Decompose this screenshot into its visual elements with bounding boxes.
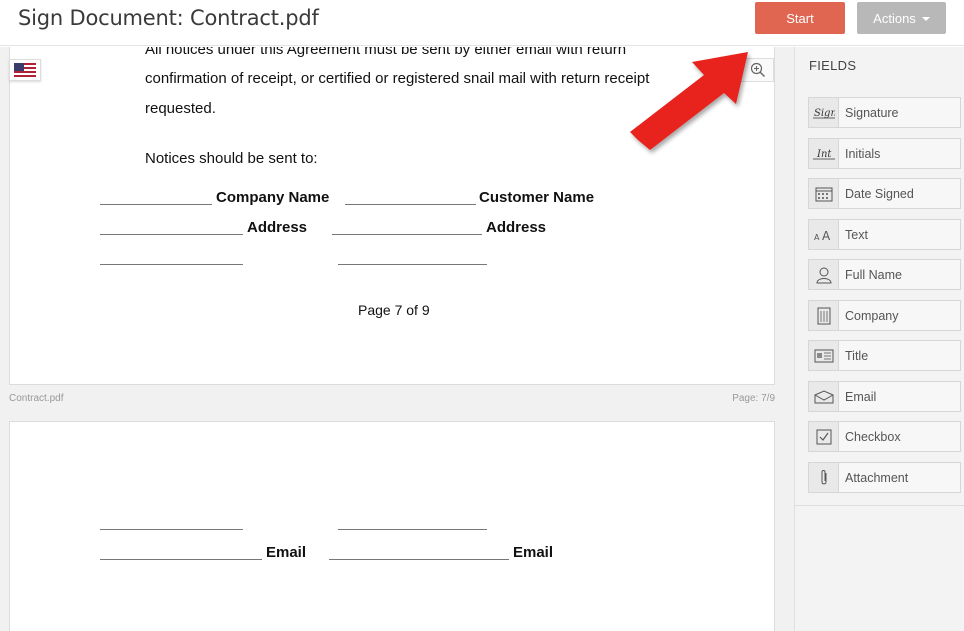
field-text-label: Text (845, 227, 868, 242)
fields-heading: FIELDS (809, 58, 857, 73)
field-title[interactable]: Title (808, 340, 961, 371)
envelope-icon (809, 382, 839, 411)
svg-text:A: A (814, 233, 820, 242)
field-initials-label: Initials (845, 146, 881, 161)
svg-text:A: A (822, 229, 831, 242)
signature-icon: Sign (809, 98, 839, 127)
page-indicator: Page: 7/9 (732, 393, 775, 404)
person-icon (809, 260, 839, 289)
address-label-right: Address (486, 219, 547, 236)
email-label-left: Email (266, 544, 307, 561)
address-line-left (100, 234, 243, 235)
field-attachment-label: Attachment (845, 470, 909, 485)
calendar-icon (809, 179, 839, 208)
field-company-label: Company (845, 308, 899, 323)
notice-text-line2: confirmation of receipt, or certified or… (145, 70, 650, 87)
notices-sent-to-text: Notices should be sent to: (145, 150, 318, 167)
page-title: Sign Document: Contract.pdf (18, 6, 319, 30)
field-signature-label: Signature (845, 105, 899, 120)
paperclip-icon (809, 463, 839, 492)
customer-name-label: Customer Name (479, 189, 595, 206)
field-text[interactable]: AA Text (808, 219, 961, 250)
document-page-7[interactable]: All notices under this Agreement must be… (9, 47, 775, 385)
email-label-right: Email (513, 544, 554, 561)
caret-down-icon (921, 17, 930, 21)
field-date-signed[interactable]: Date Signed (808, 178, 961, 209)
us-flag-language-icon[interactable] (9, 59, 41, 81)
field-initials[interactable]: Int Initials (808, 138, 961, 169)
document-page-8[interactable]: Email Email (9, 421, 775, 631)
field-date-signed-label: Date Signed (845, 186, 914, 201)
address-label-left: Address (247, 219, 308, 236)
actions-dropdown-button[interactable]: Actions (857, 2, 946, 34)
field-checkbox-label: Checkbox (845, 429, 901, 444)
customer-name-line (345, 204, 476, 205)
field-email[interactable]: Email (808, 381, 961, 412)
checkbox-icon (809, 422, 839, 451)
svg-text:Sign: Sign (814, 108, 835, 119)
signature-line-left (100, 529, 243, 530)
document-filename: Contract.pdf (9, 393, 64, 404)
signature-line-right (338, 529, 487, 530)
id-card-icon (809, 341, 839, 370)
field-checkbox[interactable]: Checkbox (808, 421, 961, 452)
start-button[interactable]: Start (755, 2, 845, 34)
address2-line-left (100, 264, 243, 265)
email-line-right (329, 559, 509, 560)
field-email-label: Email (845, 389, 877, 404)
company-name-label: Company Name (216, 189, 330, 206)
field-full-name-label: Full Name (845, 267, 902, 282)
fields-sidebar: FIELDS Sign Signature Int Initials Date … (794, 47, 964, 631)
actions-label: Actions (873, 10, 916, 26)
text-icon: AA (809, 220, 839, 249)
notice-text-line3: requested. (145, 100, 216, 117)
document-viewer[interactable]: All notices under this Agreement must be… (0, 47, 794, 631)
zoom-in-icon[interactable] (741, 58, 774, 82)
page-number-text: Page 7 of 9 (358, 302, 430, 318)
top-header: Sign Document: Contract.pdf Start Action… (0, 0, 964, 46)
field-company[interactable]: Company (808, 300, 961, 331)
building-icon (809, 301, 839, 330)
field-signature[interactable]: Sign Signature (808, 97, 961, 128)
field-title-label: Title (845, 348, 869, 363)
address-line-right (332, 234, 482, 235)
address2-line-right (338, 264, 487, 265)
field-attachment[interactable]: Attachment (808, 462, 961, 493)
sidebar-divider (795, 505, 964, 506)
svg-text:Int: Int (816, 149, 832, 160)
email-line-left (100, 559, 262, 560)
company-name-line (100, 204, 212, 205)
initials-icon: Int (809, 139, 839, 168)
field-full-name[interactable]: Full Name (808, 259, 961, 290)
notice-text-line1: All notices under this Agreement must be… (145, 47, 627, 58)
